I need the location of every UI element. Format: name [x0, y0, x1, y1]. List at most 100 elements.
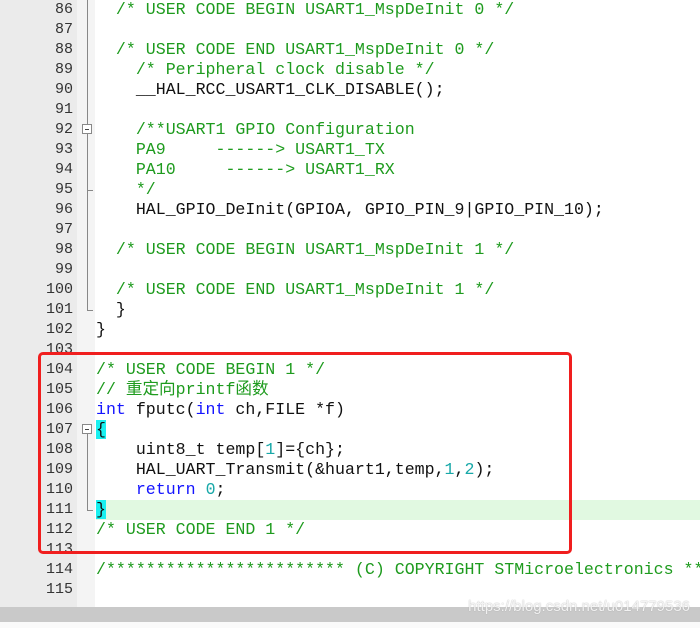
- line-number: 97: [54, 221, 73, 238]
- code-line[interactable]: 88 /* USER CODE END USART1_MspDeInit 0 *…: [0, 40, 700, 60]
- comment-token: /**USART1 GPIO Configuration: [135, 120, 415, 139]
- comment-token: /* USER CODE END USART1_MspDeInit 1 */: [115, 280, 495, 299]
- code-text[interactable]: PA10 ------> USART1_RX: [96, 160, 700, 180]
- fold-guide: [80, 240, 94, 260]
- code-line[interactable]: 100 /* USER CODE END USART1_MspDeInit 1 …: [0, 280, 700, 300]
- fold-guide: [80, 300, 94, 320]
- fold-guide: [80, 320, 94, 340]
- code-text[interactable]: [96, 100, 700, 120]
- code-line[interactable]: 87: [0, 20, 700, 40]
- code-line[interactable]: 92 /**USART1 GPIO Configuration: [0, 120, 700, 140]
- fold-guide: [80, 280, 94, 300]
- code-line[interactable]: 86 /* USER CODE BEGIN USART1_MspDeInit 0…: [0, 0, 700, 20]
- code-line[interactable]: 91: [0, 100, 700, 120]
- code-line[interactable]: 99: [0, 260, 700, 280]
- code-line[interactable]: 89 /* Peripheral clock disable */: [0, 60, 700, 80]
- comment-token: /* USER CODE BEGIN USART1_MspDeInit 0 */: [115, 0, 515, 19]
- code-line[interactable]: 114 /************************ (C) COPYRIG…: [0, 560, 700, 580]
- code-text[interactable]: /************************ (C) COPYRIGHT …: [96, 560, 700, 580]
- fold-guide: [80, 60, 94, 80]
- code-text[interactable]: }: [96, 320, 700, 340]
- fold-guide: [80, 160, 94, 180]
- line-number: 88: [54, 41, 73, 58]
- fold-collapse-icon[interactable]: [80, 120, 94, 140]
- fold-guide: [80, 580, 94, 600]
- line-number: 96: [54, 201, 73, 218]
- code-text[interactable]: [96, 220, 700, 240]
- comment-token: /* Peripheral clock disable */: [135, 60, 435, 79]
- code-line[interactable]: 94 PA10 ------> USART1_RX: [0, 160, 700, 180]
- code-line[interactable]: 97: [0, 220, 700, 240]
- fold-guide: [80, 180, 94, 200]
- code-token: }: [96, 300, 126, 319]
- code-text[interactable]: PA9 ------> USART1_TX: [96, 140, 700, 160]
- fold-guide: [80, 20, 94, 40]
- code-line[interactable]: 90 __HAL_RCC_USART1_CLK_DISABLE();: [0, 80, 700, 100]
- comment-token: /* USER CODE BEGIN USART1_MspDeInit 1 */: [115, 240, 515, 259]
- code-line[interactable]: 95 */: [0, 180, 700, 200]
- code-line[interactable]: 101 }: [0, 300, 700, 320]
- line-number: 90: [54, 81, 73, 98]
- code-line[interactable]: 102}: [0, 320, 700, 340]
- line-number: 115: [45, 581, 73, 598]
- fold-guide: [80, 260, 94, 280]
- code-text[interactable]: /* Peripheral clock disable */: [96, 60, 700, 80]
- line-number: 89: [54, 61, 73, 78]
- line-number: 94: [54, 161, 73, 178]
- code-text[interactable]: [96, 580, 700, 600]
- fold-guide: [80, 40, 94, 60]
- comment-token: /* USER CODE END USART1_MspDeInit 0 */: [115, 40, 495, 59]
- code-line[interactable]: 115: [0, 580, 700, 600]
- code-token: HAL_GPIO_DeInit(GPIOA, GPIO_PIN_9|GPIO_P…: [96, 200, 604, 219]
- code-text[interactable]: HAL_GPIO_DeInit(GPIOA, GPIO_PIN_9|GPIO_P…: [96, 200, 700, 220]
- comment-token: PA9 ------> USART1_TX: [135, 140, 385, 159]
- code-text[interactable]: }: [96, 300, 700, 320]
- code-text[interactable]: */: [96, 180, 700, 200]
- code-text[interactable]: /* USER CODE END USART1_MspDeInit 1 */: [96, 280, 700, 300]
- line-number: 102: [45, 321, 73, 338]
- fold-guide: [80, 560, 94, 580]
- comment-token: /************************ (C) COPYRIGHT …: [96, 560, 700, 579]
- code-text[interactable]: __HAL_RCC_USART1_CLK_DISABLE();: [96, 80, 700, 100]
- code-line[interactable]: 96 HAL_GPIO_DeInit(GPIOA, GPIO_PIN_9|GPI…: [0, 200, 700, 220]
- code-token: __HAL_RCC_USART1_CLK_DISABLE();: [96, 80, 445, 99]
- code-token: }: [96, 320, 106, 339]
- line-number: 87: [54, 21, 73, 38]
- code-line[interactable]: 98 /* USER CODE BEGIN USART1_MspDeInit 1…: [0, 240, 700, 260]
- line-number: 91: [54, 101, 73, 118]
- code-text[interactable]: /* USER CODE BEGIN USART1_MspDeInit 1 */: [96, 240, 700, 260]
- code-line[interactable]: 93 PA9 ------> USART1_TX: [0, 140, 700, 160]
- fold-guide: [80, 80, 94, 100]
- code-text[interactable]: [96, 20, 700, 40]
- code-text[interactable]: /* USER CODE END USART1_MspDeInit 0 */: [96, 40, 700, 60]
- line-number: 86: [54, 1, 73, 18]
- code-text[interactable]: /* USER CODE BEGIN USART1_MspDeInit 0 */: [96, 0, 700, 20]
- line-number: 92: [54, 121, 73, 138]
- fold-guide: [80, 100, 94, 120]
- annotation-highlight-box: [38, 352, 572, 554]
- fold-guide: [80, 220, 94, 240]
- comment-token: PA10 ------> USART1_RX: [135, 160, 395, 179]
- line-number: 101: [45, 301, 73, 318]
- line-number: 99: [54, 261, 73, 278]
- code-text[interactable]: [96, 260, 700, 280]
- line-number: 93: [54, 141, 73, 158]
- comment-token: */: [135, 180, 156, 199]
- status-strip: [0, 622, 700, 628]
- line-number: 100: [45, 281, 73, 298]
- fold-guide: [80, 0, 94, 20]
- fold-guide: [80, 140, 94, 160]
- line-number: 95: [54, 181, 73, 198]
- line-number: 98: [54, 241, 73, 258]
- code-text[interactable]: /**USART1 GPIO Configuration: [96, 120, 700, 140]
- line-number: 114: [45, 561, 73, 578]
